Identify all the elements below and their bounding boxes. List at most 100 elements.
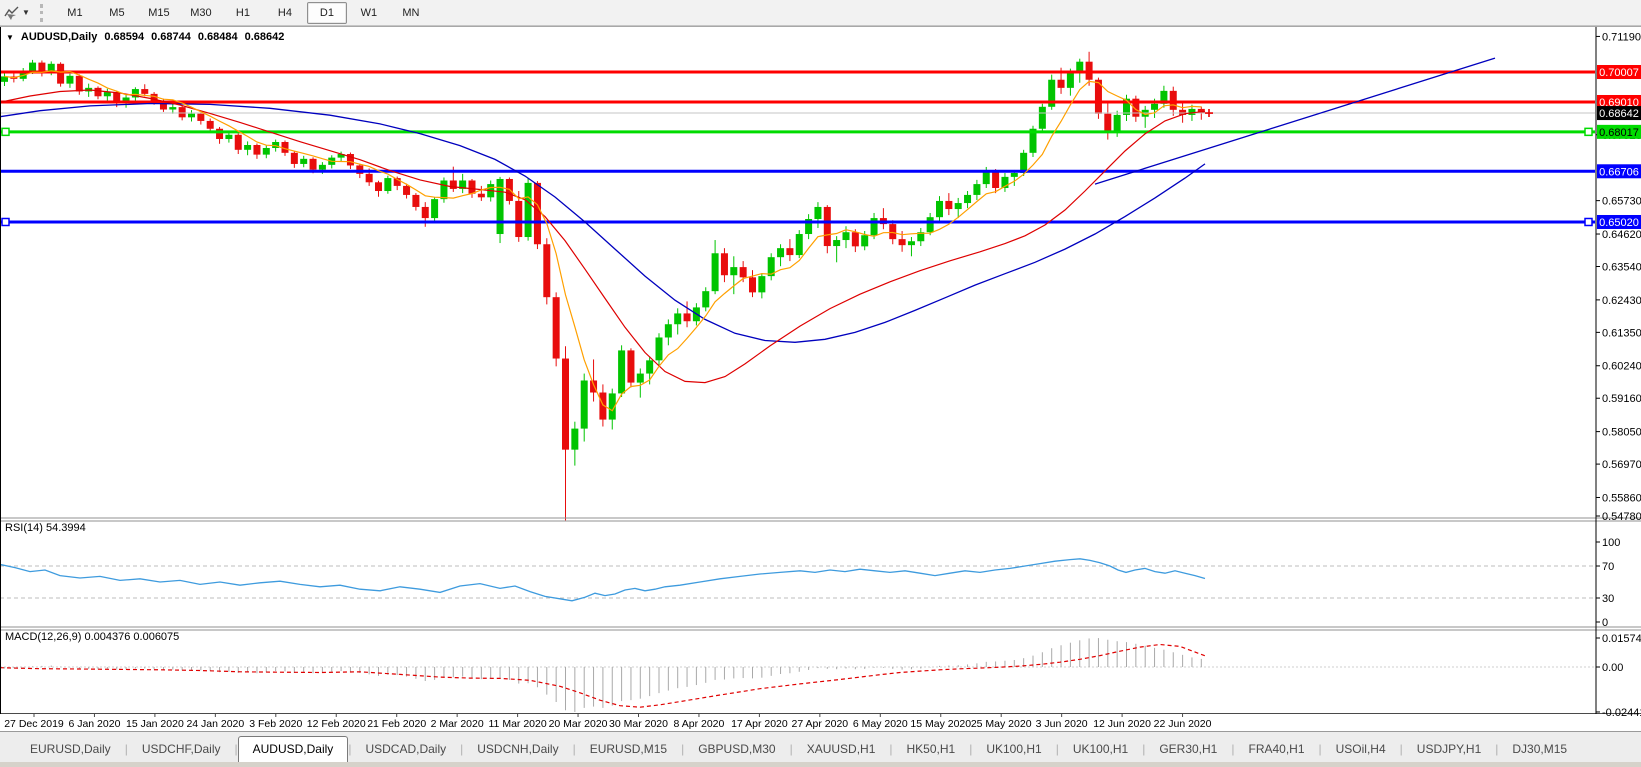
bear-candle: [412, 195, 419, 207]
bear-candle: [1170, 91, 1177, 110]
bear-candle: [403, 186, 410, 195]
bear-candle: [141, 89, 148, 94]
bear-candle: [740, 267, 747, 277]
chart-tab-usdcnh-daily[interactable]: USDCNH,Daily: [463, 737, 572, 762]
bear-candle: [366, 174, 373, 182]
date-label: 17 Apr 2020: [731, 718, 788, 730]
bear-candle: [627, 350, 634, 382]
chart-tab-audusd-daily[interactable]: AUDUSD,Daily: [238, 736, 349, 763]
bull-candle: [712, 253, 719, 291]
chart-tab-uk100-h1[interactable]: UK100,H1: [972, 737, 1055, 762]
line-handle[interactable]: [1585, 128, 1592, 135]
bear-candle: [310, 159, 317, 170]
chart-canvas: 0.711900.679200.657300.646200.635400.624…: [0, 27, 1641, 732]
bear-candle: [721, 253, 728, 275]
chart-tab-eurusd-daily[interactable]: EURUSD,Daily: [16, 737, 125, 762]
bear-candle: [207, 121, 214, 129]
bear-candle: [824, 207, 831, 246]
bear-candle: [179, 107, 186, 117]
bull-candle: [188, 114, 195, 118]
bear-candle: [57, 64, 64, 84]
bear-candle: [422, 207, 429, 218]
chart-tab-fra40-h1[interactable]: FRA40,H1: [1234, 737, 1318, 762]
bear-candle: [684, 313, 691, 321]
chart-tab-usoil-h4[interactable]: USOil,H4: [1322, 737, 1400, 762]
current-price-badge-label: 0.68642: [1599, 108, 1639, 120]
bull-candle: [1114, 115, 1121, 133]
chart-cursor-icon[interactable]: [4, 5, 20, 21]
bull-candle: [955, 203, 962, 209]
timeframe-button-H1[interactable]: H1: [223, 2, 263, 24]
price-tick-label: 0.65730: [1602, 196, 1641, 208]
timeframe-button-M30[interactable]: M30: [181, 2, 221, 24]
rsi-axis-label: 0: [1602, 617, 1608, 629]
bull-candle: [908, 241, 915, 245]
bull-candle: [656, 337, 663, 360]
bull-candle: [1151, 104, 1158, 110]
price-tick-label: 0.61350: [1602, 327, 1641, 339]
chart-tab-ger30-h1[interactable]: GER30,H1: [1145, 737, 1231, 762]
date-label: 8 Apr 2020: [674, 718, 725, 730]
bull-candle: [833, 240, 840, 246]
chart-tab-hk50-h1[interactable]: HK50,H1: [893, 737, 970, 762]
timeframe-button-M1[interactable]: M1: [55, 2, 95, 24]
bull-candle: [973, 184, 980, 195]
bear-candle: [291, 153, 298, 164]
date-label: 6 Jan 2020: [68, 718, 120, 730]
chart-tab-gbpusd-m30[interactable]: GBPUSD,M30: [684, 737, 789, 762]
bear-candle: [469, 180, 476, 193]
macd-axis-label: 0.015741: [1602, 633, 1641, 645]
chart-collapse-caret-icon[interactable]: ▼: [6, 33, 14, 42]
bear-candle: [992, 171, 999, 188]
chart-tab-usdchf-daily[interactable]: USDCHF,Daily: [128, 737, 235, 762]
status-strip: [0, 762, 1641, 767]
timeframe-button-W1[interactable]: W1: [349, 2, 389, 24]
bull-candle: [384, 178, 391, 191]
line-handle[interactable]: [2, 218, 9, 225]
chart-header: ▼ AUDUSD,Daily 0.68594 0.68744 0.68484 0…: [6, 31, 284, 43]
timeframe-button-M5[interactable]: M5: [97, 2, 137, 24]
timeframe-button-MN[interactable]: MN: [391, 2, 431, 24]
date-label: 30 Mar 2020: [609, 718, 668, 730]
bull-candle: [702, 291, 709, 307]
timeframe-button-D1[interactable]: D1: [307, 2, 347, 24]
line-handle[interactable]: [2, 128, 9, 135]
line-handle[interactable]: [1585, 218, 1592, 225]
tool-dropdown-caret-icon[interactable]: ▼: [22, 8, 30, 17]
chart-tab-uk100-h1[interactable]: UK100,H1: [1059, 737, 1142, 762]
bear-candle: [197, 114, 204, 121]
rsi-axis-label: 70: [1602, 561, 1614, 573]
bear-candle: [945, 201, 952, 209]
bull-candle: [814, 207, 821, 219]
date-label: 15 May 2020: [910, 718, 971, 730]
bull-candle: [758, 276, 765, 292]
bear-candle: [749, 277, 756, 292]
bull-candle: [525, 183, 532, 237]
bear-candle: [216, 129, 223, 139]
chart-tab-eurusd-m15[interactable]: EURUSD,M15: [576, 737, 681, 762]
timeframe-button-M15[interactable]: M15: [139, 2, 179, 24]
price-tick-label: 0.55860: [1602, 492, 1641, 504]
bull-candle: [66, 76, 73, 84]
bull-candle: [1067, 73, 1074, 88]
bear-candle: [478, 194, 485, 198]
date-label: 12 Feb 2020: [307, 718, 366, 730]
bull-candle: [263, 148, 270, 155]
toolbar-grip-handle[interactable]: [40, 4, 46, 22]
chart-tab-dj30-m15[interactable]: DJ30,M15: [1498, 737, 1581, 762]
chart-tab-bar: EURUSD,Daily|USDCHF,Daily|AUDUSD,Daily|U…: [0, 731, 1641, 762]
bull-candle: [674, 313, 681, 324]
chart-tab-usdcad-daily[interactable]: USDCAD,Daily: [351, 737, 460, 762]
chart-tab-usdjpy-h1[interactable]: USDJPY,H1: [1403, 737, 1495, 762]
bull-candle: [927, 217, 934, 232]
timeframe-button-H4[interactable]: H4: [265, 2, 305, 24]
hline-badge-label: 0.70007: [1599, 67, 1639, 79]
ohlc-close-value: 0.68642: [245, 31, 285, 43]
price-tick-label: 0.56970: [1602, 459, 1641, 471]
price-tick-label: 0.62430: [1602, 295, 1641, 307]
date-label: 27 Dec 2019: [4, 718, 64, 730]
bull-candle: [1011, 173, 1018, 177]
bear-candle: [889, 224, 896, 239]
rsi-axis-label: 100: [1602, 537, 1620, 549]
chart-tab-xauusd-h1[interactable]: XAUUSD,H1: [793, 737, 890, 762]
